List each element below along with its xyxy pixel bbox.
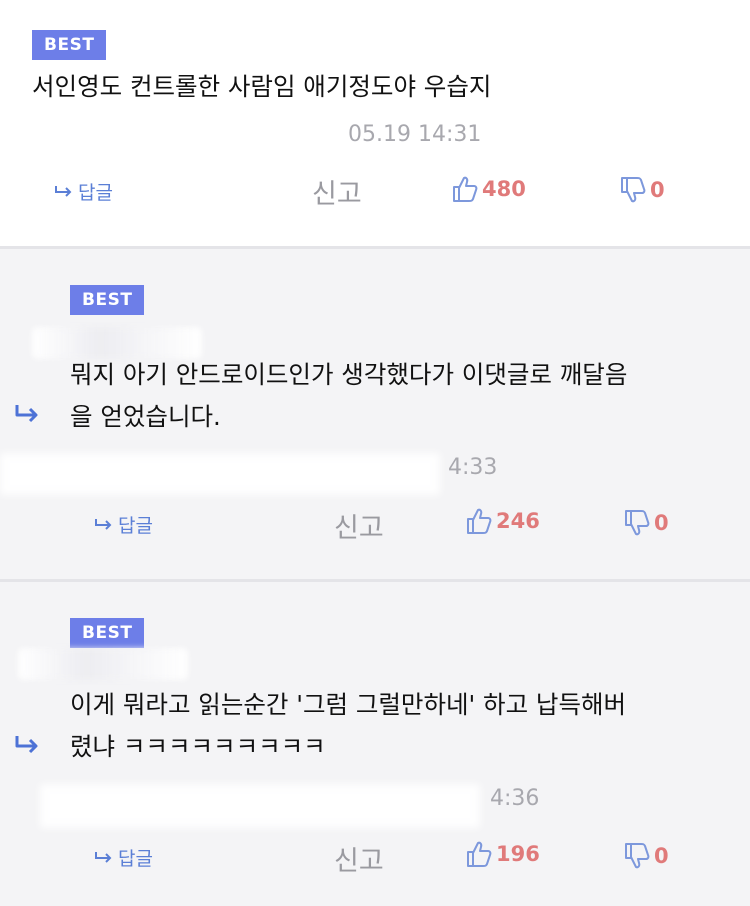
thumbs-up-icon	[467, 508, 492, 534]
reply-label: 답글	[118, 848, 153, 870]
thumbs-down-icon	[625, 843, 650, 869]
best-badge: BEST	[70, 618, 145, 648]
redacted-date	[0, 453, 440, 495]
best-badge: BEST	[32, 30, 107, 60]
like-button[interactable]: 196	[466, 840, 540, 868]
comment-text-line: 뭐지 아기 안드로이드인가 생각했다가 이댓글로 깨달음	[70, 360, 628, 389]
like-count: 480	[482, 177, 526, 201]
like-count: 246	[496, 509, 540, 533]
timestamp: 4:36	[490, 786, 540, 811]
comment-text-line: 렸냐 ㅋㅋㅋㅋㅋㅋㅋㅋㅋ	[70, 732, 326, 761]
dislike-button[interactable]: 0	[624, 509, 669, 537]
report-label: 신고	[334, 513, 384, 544]
like-button[interactable]: 480	[452, 175, 526, 203]
like-button[interactable]: 246	[466, 507, 540, 535]
reply-indent-icon	[14, 403, 42, 429]
reply-button[interactable]: 답글	[54, 178, 113, 205]
redacted-date	[296, 121, 356, 151]
comment-text: 이게 뭐라고 읽는순간 '그럼 그럴만하네' 하고 납득해버 렸냐 ㅋㅋㅋㅋㅋㅋ…	[70, 684, 626, 768]
comment-3: BEST 이게 뭐라고 읽는순간 '그럼 그럴만하네' 하고 납득해버 렸냐 ㅋ…	[0, 582, 750, 906]
comment-text-line: 서인영도 컨트롤한 사람임 애기정도야 우습지	[32, 72, 492, 101]
like-count: 196	[496, 842, 540, 866]
dislike-button[interactable]: 0	[620, 176, 665, 204]
report-button[interactable]: 신고	[334, 506, 384, 545]
reply-label: 답글	[118, 515, 153, 537]
timestamp: 05.19 14:31	[348, 122, 482, 147]
comment-text: 서인영도 컨트롤한 사람임 애기정도야 우습지	[32, 66, 491, 108]
report-label: 신고	[312, 179, 362, 210]
redacted-date	[40, 784, 480, 828]
reply-indent-icon	[14, 734, 42, 760]
thumbs-up-icon	[467, 841, 492, 867]
comment-text-line: 을 얻었습니다.	[70, 402, 221, 431]
comment-text: 뭐지 아기 안드로이드인가 생각했다가 이댓글로 깨달음 을 얻었습니다.	[70, 354, 627, 438]
dislike-button[interactable]: 0	[624, 842, 669, 870]
thumbs-down-icon	[621, 177, 646, 203]
report-label: 신고	[334, 846, 384, 877]
reply-arrow-icon	[95, 518, 112, 530]
reply-button[interactable]: 답글	[94, 511, 153, 538]
timestamp: 4:33	[448, 455, 498, 480]
dislike-count: 0	[650, 178, 665, 202]
reply-button[interactable]: 답글	[94, 844, 153, 871]
thumbs-up-icon	[453, 176, 478, 202]
reply-arrow-icon	[95, 851, 112, 863]
dislike-count: 0	[654, 844, 669, 868]
thumbs-down-icon	[625, 510, 650, 536]
redacted-username	[18, 648, 188, 680]
dislike-count: 0	[654, 511, 669, 535]
reply-arrow-icon	[55, 185, 72, 197]
report-button[interactable]: 신고	[312, 172, 362, 211]
comment-1: BEST 서인영도 컨트롤한 사람임 애기정도야 우습지 05.19 14:31…	[0, 0, 750, 246]
reply-label: 답글	[78, 182, 113, 204]
report-button[interactable]: 신고	[334, 839, 384, 878]
comment-text-line: 이게 뭐라고 읽는순간 '그럼 그럴만하네' 하고 납득해버	[70, 690, 627, 719]
comment-2: BEST 뭐지 아기 안드로이드인가 생각했다가 이댓글로 깨달음 을 얻었습니…	[0, 249, 750, 579]
best-badge: BEST	[70, 285, 145, 315]
